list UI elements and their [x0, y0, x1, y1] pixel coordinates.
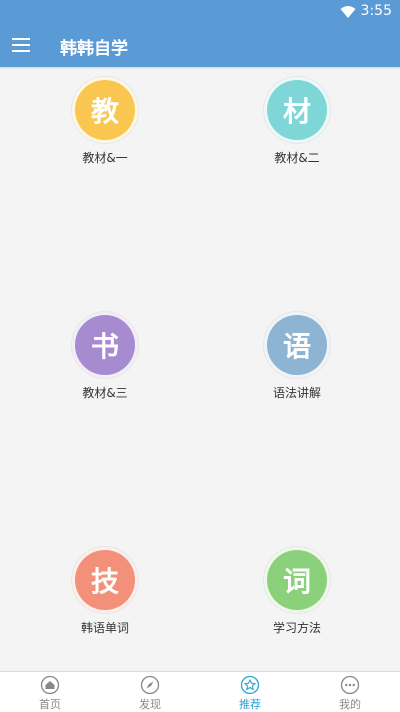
status-time: 3:55: [360, 3, 392, 19]
more-icon: [340, 675, 360, 695]
category-grid: 教 教材&一 材 教材&二 书 教材&三 语 语法讲解 技 韩语单词 词 学习方…: [0, 67, 400, 671]
page-title: 韩韩自学: [60, 39, 128, 59]
tab-label: 我的: [339, 698, 361, 711]
star-icon: [240, 675, 260, 695]
home-icon: [40, 675, 60, 695]
tile-label: 教材&三: [82, 386, 128, 400]
tile-vocabulary[interactable]: 技 韩语单词: [45, 547, 165, 636]
tab-discover[interactable]: 发现: [100, 672, 200, 712]
tab-mine[interactable]: 我的: [300, 672, 400, 712]
tile-label: 教材&二: [274, 151, 320, 165]
tile-label: 教材&一: [82, 151, 128, 165]
tile-label: 语法讲解: [272, 386, 321, 400]
tab-recommend[interactable]: 推荐: [200, 672, 300, 712]
tile-textbook-1[interactable]: 教 教材&一: [45, 77, 165, 166]
tile-textbook-2[interactable]: 材 教材&二: [237, 77, 357, 166]
tile-grammar[interactable]: 语 语法讲解: [237, 312, 357, 401]
tile-textbook-3[interactable]: 书 教材&三: [45, 312, 165, 401]
tile-label: 韩语单词: [80, 621, 129, 635]
status-bar: 3:55: [0, 0, 400, 24]
tile-icon: 教: [72, 77, 138, 143]
tab-label: 首页: [39, 698, 61, 711]
tile-study-methods[interactable]: 词 学习方法: [237, 547, 357, 636]
tile-icon: 技: [72, 547, 138, 613]
tile-icon: 材: [264, 77, 330, 143]
tile-icon: 书: [72, 312, 138, 378]
tile-icon: 词: [264, 547, 330, 613]
tab-label: 推荐: [239, 698, 261, 711]
menu-icon[interactable]: [12, 34, 34, 56]
tile-label: 学习方法: [272, 621, 321, 635]
tab-label: 发现: [139, 698, 161, 711]
tile-icon: 语: [264, 312, 330, 378]
compass-icon: [140, 675, 160, 695]
app-bar: 韩韩自学: [0, 24, 400, 67]
bottom-tab-bar: 首页 发现 推荐 我的: [0, 671, 400, 712]
tab-home[interactable]: 首页: [0, 672, 100, 712]
wifi-icon: [340, 6, 356, 18]
